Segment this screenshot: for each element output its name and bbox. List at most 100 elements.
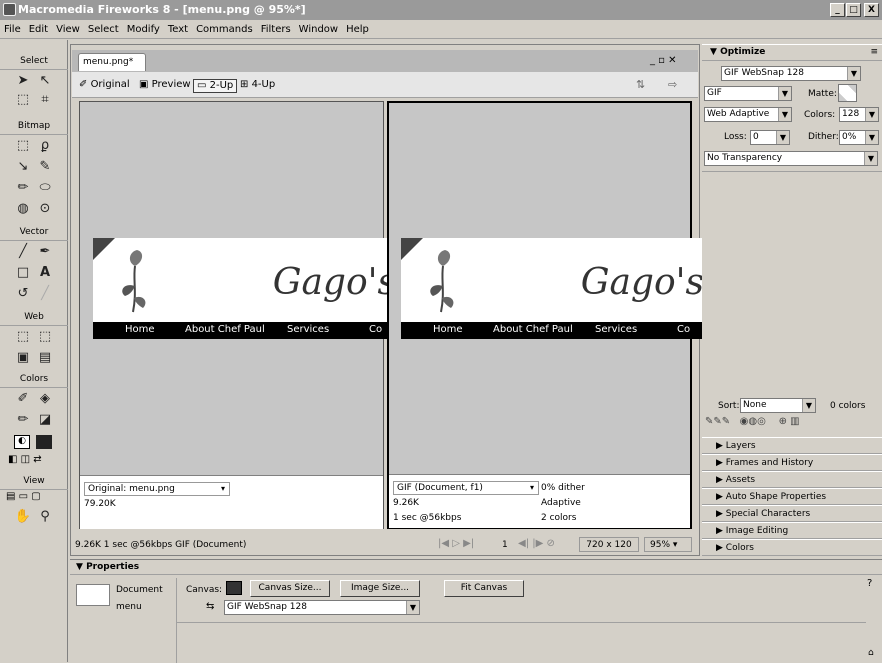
- dither-input[interactable]: 0% ▼: [839, 130, 879, 145]
- slice-tool-icon[interactable]: ⬚: [36, 329, 54, 345]
- stroke-swatch-icon[interactable]: ◪: [36, 412, 54, 428]
- loss-input[interactable]: 0 ▼: [750, 130, 790, 145]
- fill-bucket-icon[interactable]: ◐: [14, 435, 30, 449]
- hide-slices-icon[interactable]: ▣: [14, 350, 32, 366]
- rubber-stamp-tool-icon[interactable]: ⊙: [36, 201, 54, 217]
- original-view-pane[interactable]: Gago's Home About Chef Paul Services Co …: [79, 101, 400, 529]
- maximize-button[interactable]: □: [846, 3, 861, 17]
- marquee-tool-icon[interactable]: ⬚: [14, 138, 32, 154]
- auto-shape-panel-header[interactable]: ▶ Auto Shape Properties: [702, 488, 882, 505]
- view-2up-button[interactable]: ▭ 2-Up: [193, 79, 238, 93]
- canvas-size-button[interactable]: Canvas Size...: [250, 580, 330, 597]
- preview-browser-icon[interactable]: ⇨: [668, 78, 677, 91]
- quick-export-icon[interactable]: ⇅: [636, 78, 645, 91]
- menu-modify[interactable]: Modify: [123, 20, 164, 35]
- dropdown-arrow-icon: ▼: [865, 131, 878, 144]
- menu-window[interactable]: Window: [295, 20, 342, 35]
- playback-first-icon[interactable]: |◀ ▷ ▶|: [438, 538, 474, 549]
- zoom-tool-icon[interactable]: ⚲: [36, 509, 54, 525]
- frame-nav-icons[interactable]: ◀| |▶ ⊘: [518, 538, 555, 549]
- blur-tool-icon[interactable]: ◍: [14, 201, 32, 217]
- brush-tool-icon[interactable]: ✎: [36, 159, 54, 175]
- tools-select-heading: Select: [0, 56, 68, 70]
- optimize-preset-select[interactable]: GIF WebSnap 128 ▼: [721, 66, 861, 81]
- crop-tool-icon[interactable]: ⌗: [36, 92, 54, 108]
- help-icon[interactable]: ?: [867, 578, 872, 589]
- paint-bucket-tool-icon[interactable]: ◈: [36, 391, 54, 407]
- color-edit-icons[interactable]: ✎✎✎ ◉◍◎ ⊕ ▥: [705, 416, 800, 427]
- dropdown-arrow-icon: ▼: [865, 108, 878, 121]
- tools-colors-heading: Colors: [0, 374, 68, 388]
- text-tool-icon[interactable]: A: [36, 265, 54, 281]
- eyedropper-tool-icon[interactable]: ✐: [14, 391, 32, 407]
- image-dimensions[interactable]: 720 x 120: [579, 537, 639, 552]
- colors-value: 128: [842, 109, 860, 119]
- rectangle-tool-icon[interactable]: □: [14, 265, 32, 281]
- hotspot-tool-icon[interactable]: ⬚: [14, 329, 32, 345]
- menu-commands[interactable]: Commands: [192, 20, 257, 35]
- document-tab[interactable]: menu.png*: [78, 53, 146, 71]
- assets-panel-header[interactable]: ▶ Assets: [702, 471, 882, 488]
- image-editing-panel-header[interactable]: ▶ Image Editing: [702, 522, 882, 539]
- menu-help[interactable]: Help: [342, 20, 373, 35]
- document-status-bar: 9.26K 1 sec @56kbps GIF (Document) |◀ ▷ …: [72, 536, 698, 554]
- optimized-view-pane[interactable]: Gago's Home About Chef Paul Services Co …: [387, 101, 708, 529]
- properties-header[interactable]: ▼ Properties: [70, 560, 882, 575]
- menu-file[interactable]: File: [0, 20, 25, 35]
- colors-select[interactable]: 128 ▼: [839, 107, 879, 122]
- nav-contact: Co: [677, 324, 691, 335]
- show-slices-icon[interactable]: ▤: [36, 350, 54, 366]
- fill-color-swatch[interactable]: [36, 435, 52, 449]
- fit-canvas-button[interactable]: Fit Canvas: [444, 580, 524, 597]
- optimized-format-dropdown[interactable]: GIF (Document, f1) ▾: [393, 481, 539, 495]
- view-4up-button[interactable]: ⊞ 4-Up: [237, 79, 278, 93]
- optimize-link-icon: ⇆: [206, 601, 215, 612]
- magic-wand-tool-icon[interactable]: ↘: [14, 159, 32, 175]
- lasso-tool-icon[interactable]: ϼ: [36, 138, 54, 154]
- pen-tool-icon[interactable]: ✒: [36, 244, 54, 260]
- export-format-select[interactable]: GIF ▼: [704, 86, 792, 101]
- pointer-tool-icon[interactable]: ➤: [14, 73, 32, 89]
- panel-options-icon[interactable]: ≡: [870, 47, 878, 57]
- knife-tool-icon[interactable]: ╱: [36, 286, 54, 302]
- pencil-tool-icon[interactable]: ✏: [14, 180, 32, 196]
- menu-edit[interactable]: Edit: [25, 20, 52, 35]
- line-tool-icon[interactable]: ╱: [14, 244, 32, 260]
- color-defaults-icon[interactable]: ◧ ◫ ⇄: [8, 454, 42, 465]
- close-button[interactable]: X: [864, 3, 879, 17]
- collapse-icon[interactable]: ⌂: [868, 648, 874, 658]
- minimize-button[interactable]: _: [830, 3, 845, 17]
- original-format-dropdown[interactable]: Original: menu.png ▾: [84, 482, 230, 496]
- image-size-button[interactable]: Image Size...: [340, 580, 420, 597]
- menu-filters[interactable]: Filters: [257, 20, 295, 35]
- colors-panel-header[interactable]: ▶ Colors: [702, 539, 882, 556]
- fireworks-app-icon[interactable]: [3, 3, 16, 16]
- menu-view[interactable]: View: [52, 20, 84, 35]
- sort-select[interactable]: None ▼: [740, 398, 816, 413]
- menu-select[interactable]: Select: [84, 20, 123, 35]
- properties-preset-select[interactable]: GIF WebSnap 128 ▼: [224, 600, 420, 615]
- layers-panel-header[interactable]: ▶ Layers: [702, 437, 882, 454]
- stroke-color-icon[interactable]: ✏: [14, 412, 32, 428]
- eraser-tool-icon[interactable]: ⬭: [36, 180, 54, 196]
- freeform-tool-icon[interactable]: ↺: [14, 286, 32, 302]
- special-characters-panel-header[interactable]: ▶ Special Characters: [702, 505, 882, 522]
- screen-mode-icons[interactable]: ▤ ▭ ▢: [6, 491, 41, 502]
- hand-tool-icon[interactable]: ✋: [14, 509, 32, 525]
- menu-text[interactable]: Text: [164, 20, 192, 35]
- frames-panel-header[interactable]: ▶ Frames and History: [702, 454, 882, 471]
- optimize-title: Optimize: [720, 47, 766, 57]
- matte-color-swatch[interactable]: [838, 84, 857, 102]
- palette-select[interactable]: Web Adaptive ▼: [704, 107, 792, 122]
- transparency-select[interactable]: No Transparency ▼: [704, 151, 878, 166]
- view-original-button[interactable]: ✐ Original: [76, 79, 133, 93]
- canvas-color-swatch[interactable]: [226, 581, 242, 595]
- doc-window-controls[interactable]: _ ▫ ✕: [650, 55, 677, 66]
- optimize-preset-value: GIF WebSnap 128: [724, 68, 804, 78]
- subselection-tool-icon[interactable]: ↖: [36, 73, 54, 89]
- view-preview-button[interactable]: ▣ Preview: [136, 79, 194, 93]
- optimize-panel-header[interactable]: ▼ Optimize ≡: [702, 44, 882, 61]
- scale-tool-icon[interactable]: ⬚: [14, 92, 32, 108]
- view-original-label: Original: [90, 79, 130, 90]
- zoom-select[interactable]: 95% ▾: [644, 537, 692, 552]
